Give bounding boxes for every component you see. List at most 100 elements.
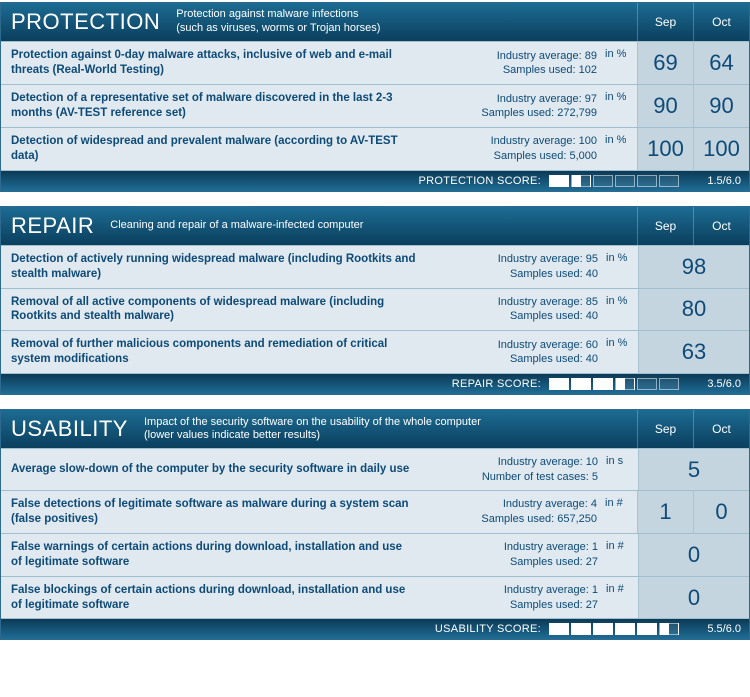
score-bar bbox=[659, 378, 679, 390]
subtitle-line1: Protection against malware infections bbox=[176, 8, 631, 22]
table-row: False detections of legitimate software … bbox=[1, 491, 749, 534]
row-meta: Industry average: 60Samples used: 40 bbox=[426, 331, 606, 373]
row-unit: in % bbox=[606, 246, 638, 288]
row-description: Removal of all active components of wide… bbox=[1, 289, 426, 331]
score-bar bbox=[593, 623, 613, 635]
value-sep: 69 bbox=[637, 42, 693, 84]
row-description: False warnings of certain actions during… bbox=[1, 534, 426, 576]
meta-line2: Samples used: 272,799 bbox=[427, 106, 597, 120]
table-row: Detection of a representative set of mal… bbox=[1, 85, 749, 128]
row-unit: in % bbox=[605, 128, 637, 170]
value-oct: 90 bbox=[693, 85, 749, 127]
month-header-oct: Oct bbox=[693, 207, 749, 245]
meta-line1: Industry average: 97 bbox=[427, 92, 597, 106]
table-row: False blockings of certain actions durin… bbox=[1, 577, 749, 620]
score-bar bbox=[615, 175, 635, 187]
score-footer: USABILITY SCORE: 5.5/6.0 bbox=[1, 619, 749, 639]
table-row: Average slow-down of the computer by the… bbox=[1, 448, 749, 491]
meta-line1: Industry average: 95 bbox=[428, 252, 598, 266]
score-bars bbox=[549, 623, 679, 635]
value-merged: 63 bbox=[638, 331, 749, 373]
section-title: REPAIR bbox=[1, 207, 104, 245]
value-oct: 64 bbox=[693, 42, 749, 84]
score-bar bbox=[659, 623, 679, 635]
table-row: Removal of all active components of wide… bbox=[1, 289, 749, 332]
value-oct: 100 bbox=[693, 128, 749, 170]
score-footer: REPAIR SCORE: 3.5/6.0 bbox=[1, 374, 749, 394]
score-footer: PROTECTION SCORE: 1.5/6.0 bbox=[1, 171, 749, 191]
row-description: Average slow-down of the computer by the… bbox=[1, 449, 426, 490]
table-row: False warnings of certain actions during… bbox=[1, 534, 749, 577]
section-header: PROTECTIONProtection against malware inf… bbox=[1, 3, 749, 41]
section-header: REPAIR Cleaning and repair of a malware-i… bbox=[1, 207, 749, 245]
section-subtitle: Protection against malware infections(su… bbox=[170, 3, 637, 41]
value-merged: 0 bbox=[638, 534, 749, 576]
row-unit: in % bbox=[605, 85, 637, 127]
score-bar bbox=[659, 175, 679, 187]
row-unit: in s bbox=[606, 449, 638, 490]
row-meta: Industry average: 4Samples used: 657,250 bbox=[425, 491, 605, 533]
subtitle-line1: Cleaning and repair of a malware-infecte… bbox=[110, 219, 631, 233]
month-header-oct: Oct bbox=[693, 3, 749, 41]
row-unit: in # bbox=[606, 534, 638, 576]
score-label: PROTECTION SCORE: bbox=[419, 175, 549, 187]
score-bars bbox=[549, 175, 679, 187]
score-text: 3.5/6.0 bbox=[679, 378, 749, 390]
row-description: Protection against 0-day malware attacks… bbox=[1, 42, 425, 84]
value-merged: 5 bbox=[638, 449, 749, 490]
row-description: Detection of a representative set of mal… bbox=[1, 85, 425, 127]
table-row: Detection of widespread and prevalent ma… bbox=[1, 128, 749, 171]
section-repair: REPAIR Cleaning and repair of a malware-i… bbox=[0, 206, 750, 396]
meta-line1: Industry average: 100 bbox=[427, 134, 597, 148]
row-meta: Industry average: 95Samples used: 40 bbox=[426, 246, 606, 288]
score-bar bbox=[549, 623, 569, 635]
score-label: REPAIR SCORE: bbox=[452, 378, 549, 390]
score-bar bbox=[637, 623, 657, 635]
score-bar bbox=[637, 378, 657, 390]
score-text: 5.5/6.0 bbox=[679, 623, 749, 635]
meta-line1: Industry average: 89 bbox=[427, 49, 597, 63]
meta-line1: Industry average: 1 bbox=[428, 583, 598, 597]
month-header-sep: Sep bbox=[637, 207, 693, 245]
table-row: Detection of actively running widespread… bbox=[1, 245, 749, 289]
meta-line2: Samples used: 40 bbox=[428, 352, 598, 366]
row-unit: in % bbox=[606, 331, 638, 373]
row-description: Removal of further malicious components … bbox=[1, 331, 426, 373]
row-meta: Industry average: 100Samples used: 5,000 bbox=[425, 128, 605, 170]
score-bar bbox=[549, 175, 569, 187]
score-bar bbox=[571, 623, 591, 635]
meta-line1: Industry average: 4 bbox=[427, 497, 597, 511]
meta-line2: Samples used: 40 bbox=[428, 267, 598, 281]
value-merged: 0 bbox=[638, 577, 749, 619]
row-meta: Industry average: 1Samples used: 27 bbox=[426, 577, 606, 619]
subtitle-line2: (lower values indicate better results) bbox=[144, 429, 631, 443]
row-meta: Industry average: 97Samples used: 272,79… bbox=[425, 85, 605, 127]
row-description: Detection of widespread and prevalent ma… bbox=[1, 128, 425, 170]
row-unit: in % bbox=[605, 42, 637, 84]
value-oct: 0 bbox=[693, 491, 749, 533]
meta-line2: Samples used: 27 bbox=[428, 555, 598, 569]
score-bar bbox=[593, 378, 613, 390]
row-description: Detection of actively running widespread… bbox=[1, 246, 426, 288]
row-meta: Industry average: 89Samples used: 102 bbox=[425, 42, 605, 84]
section-title: PROTECTION bbox=[1, 3, 170, 41]
row-unit: in # bbox=[605, 491, 637, 533]
score-bar bbox=[571, 175, 591, 187]
meta-line1: Industry average: 10 bbox=[428, 455, 598, 469]
month-header-oct: Oct bbox=[693, 410, 749, 448]
row-meta: Industry average: 85Samples used: 40 bbox=[426, 289, 606, 331]
score-bar bbox=[549, 378, 569, 390]
value-sep: 100 bbox=[637, 128, 693, 170]
value-sep: 90 bbox=[637, 85, 693, 127]
score-bar bbox=[615, 378, 635, 390]
score-text: 1.5/6.0 bbox=[679, 175, 749, 187]
score-bar bbox=[615, 623, 635, 635]
section-subtitle: Cleaning and repair of a malware-infecte… bbox=[104, 207, 637, 245]
month-header-sep: Sep bbox=[637, 410, 693, 448]
section-header: USABILITYImpact of the security software… bbox=[1, 410, 749, 448]
month-header-sep: Sep bbox=[637, 3, 693, 41]
score-label: USABILITY SCORE: bbox=[435, 623, 549, 635]
meta-line1: Industry average: 85 bbox=[428, 295, 598, 309]
meta-line2: Samples used: 40 bbox=[428, 309, 598, 323]
row-unit: in % bbox=[606, 289, 638, 331]
